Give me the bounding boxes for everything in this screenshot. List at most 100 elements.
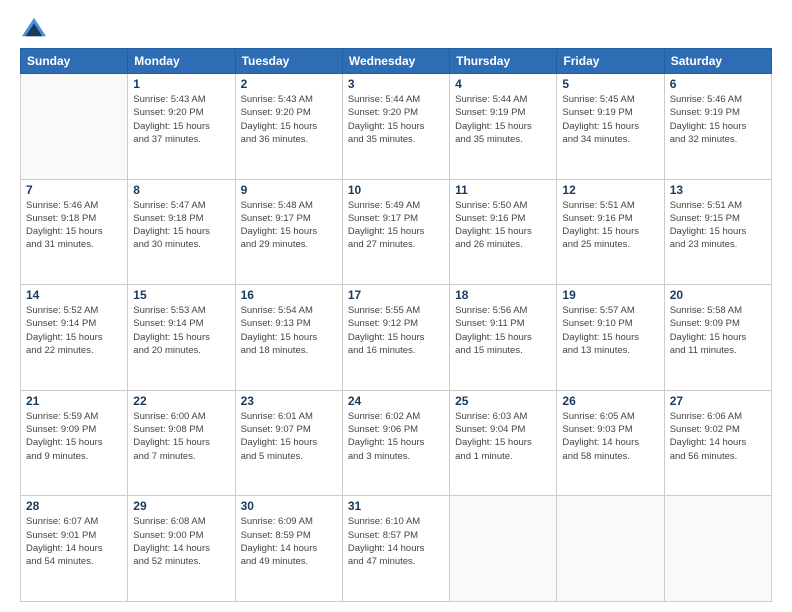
calendar-cell: 17 Sunrise: 5:55 AM Sunset: 9:12 PM Dayli… — [342, 285, 449, 391]
calendar-cell: 12 Sunrise: 5:51 AM Sunset: 9:16 PM Dayli… — [557, 179, 664, 285]
day-number: 17 — [348, 288, 444, 302]
weekday-header: Thursday — [450, 49, 557, 74]
weekday-header: Sunday — [21, 49, 128, 74]
calendar-week-row: 21 Sunrise: 5:59 AM Sunset: 9:09 PM Dayli… — [21, 390, 772, 496]
day-info: Sunrise: 5:52 AM Sunset: 9:14 PM Dayligh… — [26, 304, 122, 357]
calendar-cell: 14 Sunrise: 5:52 AM Sunset: 9:14 PM Dayli… — [21, 285, 128, 391]
day-number: 12 — [562, 183, 658, 197]
calendar-cell: 11 Sunrise: 5:50 AM Sunset: 9:16 PM Dayli… — [450, 179, 557, 285]
day-info: Sunrise: 5:51 AM Sunset: 9:16 PM Dayligh… — [562, 199, 658, 252]
day-number: 19 — [562, 288, 658, 302]
calendar-cell — [557, 496, 664, 602]
day-info: Sunrise: 6:02 AM Sunset: 9:06 PM Dayligh… — [348, 410, 444, 463]
calendar-week-row: 28Sunrise: 6:07 AM Sunset: 9:01 PM Dayli… — [21, 496, 772, 602]
weekday-header: Monday — [128, 49, 235, 74]
header — [20, 16, 772, 40]
day-info: Sunrise: 5:50 AM Sunset: 9:16 PM Dayligh… — [455, 199, 551, 252]
day-info: Sunrise: 5:44 AM Sunset: 9:20 PM Dayligh… — [348, 93, 444, 146]
day-number: 23 — [241, 394, 337, 408]
day-number: 18 — [455, 288, 551, 302]
day-number: 1 — [133, 77, 229, 91]
calendar-cell: 18 Sunrise: 5:56 AM Sunset: 9:11 PM Dayli… — [450, 285, 557, 391]
day-info: Sunrise: 6:10 AM Sunset: 8:57 PM Dayligh… — [348, 515, 444, 568]
day-info: Sunrise: 5:44 AM Sunset: 9:19 PM Dayligh… — [455, 93, 551, 146]
day-info: Sunrise: 5:45 AM Sunset: 9:19 PM Dayligh… — [562, 93, 658, 146]
calendar-week-row: 7Sunrise: 5:46 AM Sunset: 9:18 PM Daylig… — [21, 179, 772, 285]
calendar-cell: 2 Sunrise: 5:43 AM Sunset: 9:20 PM Daylig… — [235, 74, 342, 180]
day-number: 26 — [562, 394, 658, 408]
calendar-cell: 13 Sunrise: 5:51 AM Sunset: 9:15 PM Dayli… — [664, 179, 771, 285]
calendar-week-row: 1 Sunrise: 5:43 AM Sunset: 9:20 PM Daylig… — [21, 74, 772, 180]
calendar-cell: 28Sunrise: 6:07 AM Sunset: 9:01 PM Dayli… — [21, 496, 128, 602]
calendar-cell: 10 Sunrise: 5:49 AM Sunset: 9:17 PM Dayli… — [342, 179, 449, 285]
day-number: 27 — [670, 394, 766, 408]
day-info: Sunrise: 5:59 AM Sunset: 9:09 PM Dayligh… — [26, 410, 122, 463]
calendar-cell: 27 Sunrise: 6:06 AM Sunset: 9:02 PM Dayli… — [664, 390, 771, 496]
day-info: Sunrise: 5:46 AM Sunset: 9:18 PM Dayligh… — [26, 199, 122, 252]
day-number: 11 — [455, 183, 551, 197]
weekday-header: Tuesday — [235, 49, 342, 74]
day-info: Sunrise: 5:51 AM Sunset: 9:15 PM Dayligh… — [670, 199, 766, 252]
logo — [20, 16, 50, 40]
calendar-cell: 3 Sunrise: 5:44 AM Sunset: 9:20 PM Daylig… — [342, 74, 449, 180]
calendar-cell — [450, 496, 557, 602]
calendar-cell: 23 Sunrise: 6:01 AM Sunset: 9:07 PM Dayli… — [235, 390, 342, 496]
calendar-cell: 6Sunrise: 5:46 AM Sunset: 9:19 PM Daylig… — [664, 74, 771, 180]
day-number: 6 — [670, 77, 766, 91]
day-number: 10 — [348, 183, 444, 197]
calendar-cell: 1 Sunrise: 5:43 AM Sunset: 9:20 PM Daylig… — [128, 74, 235, 180]
day-number: 14 — [26, 288, 122, 302]
calendar-cell: 20Sunrise: 5:58 AM Sunset: 9:09 PM Dayli… — [664, 285, 771, 391]
calendar-cell: 22Sunrise: 6:00 AM Sunset: 9:08 PM Dayli… — [128, 390, 235, 496]
day-info: Sunrise: 5:58 AM Sunset: 9:09 PM Dayligh… — [670, 304, 766, 357]
calendar-header-row: SundayMondayTuesdayWednesdayThursdayFrid… — [21, 49, 772, 74]
calendar-cell: 24 Sunrise: 6:02 AM Sunset: 9:06 PM Dayli… — [342, 390, 449, 496]
day-number: 4 — [455, 77, 551, 91]
day-info: Sunrise: 5:57 AM Sunset: 9:10 PM Dayligh… — [562, 304, 658, 357]
calendar-cell: 30 Sunrise: 6:09 AM Sunset: 8:59 PM Dayli… — [235, 496, 342, 602]
calendar-cell: 9 Sunrise: 5:48 AM Sunset: 9:17 PM Daylig… — [235, 179, 342, 285]
calendar-cell: 5Sunrise: 5:45 AM Sunset: 9:19 PM Daylig… — [557, 74, 664, 180]
calendar-cell: 4 Sunrise: 5:44 AM Sunset: 9:19 PM Daylig… — [450, 74, 557, 180]
calendar-cell: 16Sunrise: 5:54 AM Sunset: 9:13 PM Dayli… — [235, 285, 342, 391]
day-number: 30 — [241, 499, 337, 513]
day-info: Sunrise: 6:06 AM Sunset: 9:02 PM Dayligh… — [670, 410, 766, 463]
day-number: 2 — [241, 77, 337, 91]
page: SundayMondayTuesdayWednesdayThursdayFrid… — [0, 0, 792, 612]
day-info: Sunrise: 5:56 AM Sunset: 9:11 PM Dayligh… — [455, 304, 551, 357]
day-number: 24 — [348, 394, 444, 408]
day-number: 3 — [348, 77, 444, 91]
day-number: 28 — [26, 499, 122, 513]
day-number: 9 — [241, 183, 337, 197]
calendar-cell: 31 Sunrise: 6:10 AM Sunset: 8:57 PM Dayli… — [342, 496, 449, 602]
day-info: Sunrise: 6:00 AM Sunset: 9:08 PM Dayligh… — [133, 410, 229, 463]
day-info: Sunrise: 5:43 AM Sunset: 9:20 PM Dayligh… — [133, 93, 229, 146]
calendar-cell: 7Sunrise: 5:46 AM Sunset: 9:18 PM Daylig… — [21, 179, 128, 285]
day-info: Sunrise: 6:01 AM Sunset: 9:07 PM Dayligh… — [241, 410, 337, 463]
day-info: Sunrise: 6:03 AM Sunset: 9:04 PM Dayligh… — [455, 410, 551, 463]
calendar-cell: 21 Sunrise: 5:59 AM Sunset: 9:09 PM Dayli… — [21, 390, 128, 496]
day-number: 13 — [670, 183, 766, 197]
day-info: Sunrise: 5:49 AM Sunset: 9:17 PM Dayligh… — [348, 199, 444, 252]
calendar-cell: 15 Sunrise: 5:53 AM Sunset: 9:14 PM Dayli… — [128, 285, 235, 391]
calendar-cell — [21, 74, 128, 180]
day-number: 15 — [133, 288, 229, 302]
day-info: Sunrise: 5:48 AM Sunset: 9:17 PM Dayligh… — [241, 199, 337, 252]
day-number: 16 — [241, 288, 337, 302]
day-number: 21 — [26, 394, 122, 408]
day-number: 25 — [455, 394, 551, 408]
day-number: 29 — [133, 499, 229, 513]
logo-icon — [20, 16, 48, 40]
calendar-table: SundayMondayTuesdayWednesdayThursdayFrid… — [20, 48, 772, 602]
day-info: Sunrise: 5:53 AM Sunset: 9:14 PM Dayligh… — [133, 304, 229, 357]
day-info: Sunrise: 5:43 AM Sunset: 9:20 PM Dayligh… — [241, 93, 337, 146]
calendar-cell: 8Sunrise: 5:47 AM Sunset: 9:18 PM Daylig… — [128, 179, 235, 285]
day-info: Sunrise: 5:47 AM Sunset: 9:18 PM Dayligh… — [133, 199, 229, 252]
calendar-cell: 26Sunrise: 6:05 AM Sunset: 9:03 PM Dayli… — [557, 390, 664, 496]
day-info: Sunrise: 5:55 AM Sunset: 9:12 PM Dayligh… — [348, 304, 444, 357]
calendar-cell: 25 Sunrise: 6:03 AM Sunset: 9:04 PM Dayli… — [450, 390, 557, 496]
day-number: 31 — [348, 499, 444, 513]
day-info: Sunrise: 6:09 AM Sunset: 8:59 PM Dayligh… — [241, 515, 337, 568]
weekday-header: Friday — [557, 49, 664, 74]
calendar-cell: 29Sunrise: 6:08 AM Sunset: 9:00 PM Dayli… — [128, 496, 235, 602]
